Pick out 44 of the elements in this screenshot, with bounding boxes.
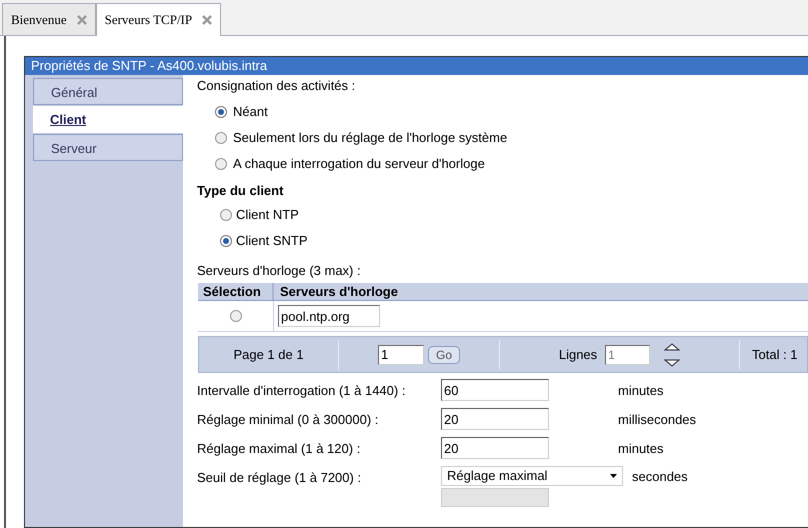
section-heading: Type du client — [197, 182, 284, 200]
radio-button[interactable] — [215, 158, 227, 170]
option-label: Seulement lors du réglage de l'horloge système — [233, 129, 508, 148]
nav-item[interactable]: Client — [33, 106, 183, 133]
lines-input[interactable]: 1 — [605, 344, 650, 364]
spinner-arrows-icon[interactable] — [664, 342, 680, 368]
page-input[interactable]: 1 — [378, 344, 424, 364]
radio-button[interactable] — [220, 209, 232, 221]
dropdown[interactable]: Réglage maximal — [441, 466, 623, 486]
unit-label: millisecondes — [618, 411, 696, 429]
field-label: Seuil de réglage (1 à 7200) : — [197, 469, 362, 487]
nav-item[interactable]: Serveur — [33, 134, 183, 161]
field-label: Réglage maximal (1 à 120) : — [197, 440, 362, 458]
option-label: A chaque interrogation du serveur d'horloge — [233, 155, 485, 174]
radio-button[interactable] — [230, 310, 242, 322]
radio-button[interactable] — [215, 106, 227, 118]
page-indicator: Page 1 de 1 — [199, 340, 339, 370]
lines-label: Lignes — [558, 346, 598, 364]
section-label: Serveurs d'horloge (3 max) : — [197, 262, 362, 280]
option-label: Néant — [233, 103, 268, 122]
caret-icon — [610, 474, 617, 478]
nav-item[interactable]: Général — [33, 78, 183, 105]
radio-button[interactable] — [220, 235, 232, 247]
column-header: Serveurs d'horloge — [279, 283, 399, 300]
tab[interactable]: Serveurs TCP/IP — [96, 3, 222, 36]
tab[interactable]: Bienvenue — [2, 3, 96, 35]
unit-label: minutes — [618, 440, 664, 458]
field-label: Intervalle d'interrogation (1 à 1440) : — [197, 382, 406, 400]
go-button[interactable]: Go — [428, 346, 460, 364]
input-field[interactable]: 20 — [441, 437, 549, 459]
total-count: Total : 1 — [751, 346, 798, 364]
field-label: Réglage minimal (0 à 300000) : — [197, 411, 380, 429]
close-icon[interactable] — [202, 15, 212, 25]
input-field[interactable]: 60 — [441, 379, 549, 401]
radio-button[interactable] — [215, 132, 227, 144]
option-label: Client NTP — [236, 206, 299, 224]
unit-label: secondes — [632, 468, 688, 486]
input-field[interactable]: pool.ntp.org — [278, 305, 380, 327]
panel-title: Propriétés de SNTP - As400.volubis.intra — [25, 57, 808, 75]
section-label: Consignation des activités : — [197, 77, 356, 95]
close-icon[interactable] — [76, 14, 87, 24]
unit-label: minutes — [618, 382, 664, 400]
option-label: Client SNTP — [236, 232, 308, 250]
input-field[interactable]: 20 — [441, 408, 549, 430]
